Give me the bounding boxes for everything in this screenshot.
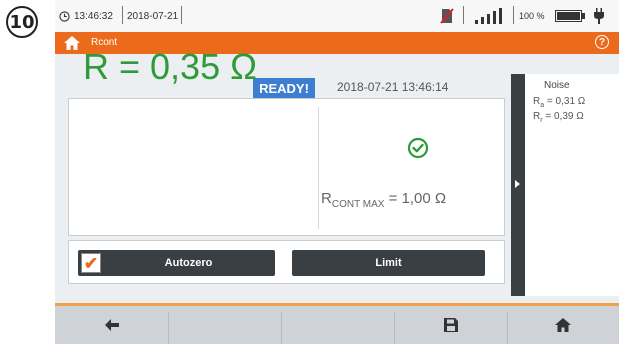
footer-empty-slot [281,306,394,344]
noise-title: Noise [544,80,570,91]
step-number-badge: 10 [6,6,38,38]
limit-value: = 1,00 Ω [384,190,447,207]
footer-empty-slot [168,306,281,344]
status-bar: 13:46:32 2018-07-21 100 % [55,0,619,32]
save-button[interactable] [394,306,507,344]
home-icon [555,318,571,332]
noise-value-ra: Ra = 0,31 Ω [533,96,585,109]
result-label: R = [83,46,151,87]
result-panel [68,98,505,236]
status-divider [181,6,182,24]
power-plug-icon [593,0,605,32]
status-divider [463,6,464,24]
autozero-button[interactable]: ✔ Autozero [78,250,275,276]
noise-value: = 0,31 Ω [544,96,586,107]
no-sd-card-icon [440,0,454,32]
limit-subscript: CONT MAX [331,199,385,210]
status-divider [122,6,123,24]
meter-screen: 13:46:32 2018-07-21 100 % Rcont ? READY!… [55,0,619,344]
result-value: 0,35 Ω [150,46,258,87]
clock-icon [59,0,70,32]
checkmark-icon: ✔ [83,253,99,273]
back-arrow-icon [104,319,119,331]
resistance-result: R = 0,35 Ω [83,46,257,88]
status-divider [513,6,514,24]
noise-value-rr: Rr = 0,39 Ω [533,111,584,124]
status-date: 2018-07-21 [127,10,179,22]
limit-label: Limit [375,257,402,269]
expand-arrow-icon [515,180,520,188]
battery-icon [555,0,585,32]
measurement-datetime: 2018-07-21 13:46:14 [337,80,449,94]
autozero-checkbox[interactable]: ✔ [81,253,101,273]
status-ready-badge: READY! [253,78,315,98]
limit-display: RCONT MAX = 1,00 Ω [321,190,446,210]
noise-value: = 0,39 Ω [542,111,584,122]
autozero-label: Autozero [164,257,213,269]
limit-symbol: R [321,190,332,207]
check-ok-icon [407,137,429,159]
signal-strength-icon [475,0,503,32]
save-icon [443,318,458,332]
help-icon[interactable]: ? [595,35,609,49]
back-button[interactable] [55,306,168,344]
home-button[interactable] [507,306,619,344]
battery-percent: 100 % [519,11,545,21]
limit-button[interactable]: Limit [292,250,485,276]
home-icon[interactable] [63,35,81,51]
result-divider [318,107,319,229]
status-time: 13:46:32 [74,10,113,22]
